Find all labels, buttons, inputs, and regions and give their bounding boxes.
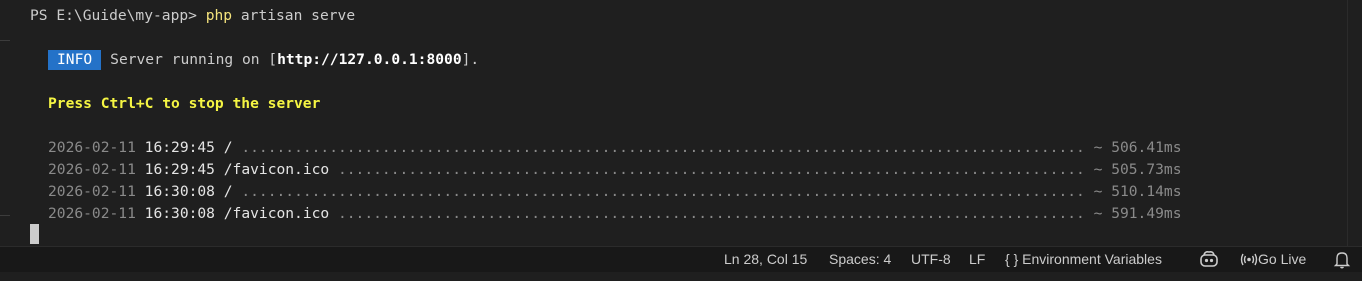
env-vars-status[interactable]: { } Environment Variables bbox=[1005, 247, 1162, 272]
request-log-row: 2026-02-11 16:30:08 / ..................… bbox=[48, 181, 1181, 203]
info-badge: INFO bbox=[48, 50, 102, 70]
request-date: 2026-02-11 bbox=[48, 183, 136, 200]
broadcast-icon bbox=[1240, 253, 1258, 266]
encoding-status[interactable]: UTF-8 bbox=[911, 247, 951, 272]
gutter-marker bbox=[0, 40, 10, 41]
go-live-button[interactable]: Go Live bbox=[1240, 247, 1306, 272]
env-vars-label: Environment Variables bbox=[1022, 251, 1162, 267]
braces-icon: { } bbox=[1005, 251, 1019, 267]
command-line: PS E:\Guide\my-app> php artisan serve bbox=[30, 5, 355, 27]
request-date: 2026-02-11 bbox=[48, 139, 136, 156]
request-dots: ........................................… bbox=[329, 205, 1112, 222]
request-path: / bbox=[223, 139, 233, 156]
request-time: 16:29:45 bbox=[144, 161, 215, 178]
request-dots: ........................................… bbox=[232, 139, 1112, 156]
status-bar: Ln 28, Col 15 Spaces: 4 UTF-8 LF { } Env… bbox=[0, 246, 1362, 272]
copilot-icon[interactable] bbox=[1199, 247, 1219, 272]
shell-prompt: PS E:\Guide\my-app> bbox=[30, 7, 206, 24]
stop-hint: Press Ctrl+C to stop the server bbox=[48, 95, 321, 112]
request-time: 16:30:08 bbox=[144, 183, 215, 200]
terminal-gutter bbox=[0, 0, 10, 246]
command-php: php bbox=[205, 7, 233, 24]
request-duration: 506.41ms bbox=[1111, 139, 1182, 156]
bell-icon[interactable] bbox=[1333, 247, 1351, 272]
request-duration: 510.14ms bbox=[1111, 183, 1182, 200]
terminal-panel[interactable]: PS E:\Guide\my-app> php artisan serve IN… bbox=[0, 0, 1362, 246]
copilot-icon-svg bbox=[1200, 251, 1218, 267]
request-log-row: 2026-02-11 16:29:45 / ..................… bbox=[48, 137, 1181, 159]
request-log-row: 2026-02-11 16:29:45 /favicon.ico .......… bbox=[48, 159, 1181, 181]
request-duration: 591.49ms bbox=[1111, 205, 1182, 222]
indentation-status[interactable]: Spaces: 4 bbox=[829, 247, 891, 272]
request-time: 16:29:45 bbox=[144, 139, 215, 156]
request-dots: ........................................… bbox=[329, 161, 1112, 178]
request-path: /favicon.ico bbox=[223, 205, 330, 222]
request-time: 16:30:08 bbox=[144, 205, 215, 222]
server-text-post: ]. bbox=[461, 51, 480, 68]
request-date: 2026-02-11 bbox=[48, 205, 136, 222]
server-info-line: INFO Server running on [http://127.0.0.1:… bbox=[48, 49, 479, 71]
eol-status[interactable]: LF bbox=[969, 247, 985, 272]
bell-icon-svg bbox=[1333, 252, 1351, 269]
go-live-label: Go Live bbox=[1258, 251, 1307, 267]
request-path: / bbox=[223, 183, 233, 200]
server-url[interactable]: http://127.0.0.1:8000 bbox=[277, 51, 462, 68]
cursor-position-status[interactable]: Ln 28, Col 15 bbox=[724, 247, 807, 272]
terminal-scrollbar[interactable] bbox=[1347, 0, 1362, 246]
gutter-marker bbox=[0, 215, 10, 216]
request-log-row: 2026-02-11 16:30:08 /favicon.ico .......… bbox=[48, 203, 1181, 225]
command-args: artisan serve bbox=[232, 7, 356, 24]
request-duration: 505.73ms bbox=[1111, 161, 1182, 178]
server-text-pre: Server running on [ bbox=[110, 51, 278, 68]
terminal-cursor bbox=[30, 224, 39, 244]
request-dots: ........................................… bbox=[232, 183, 1112, 200]
request-path: /favicon.ico bbox=[223, 161, 330, 178]
request-date: 2026-02-11 bbox=[48, 161, 136, 178]
